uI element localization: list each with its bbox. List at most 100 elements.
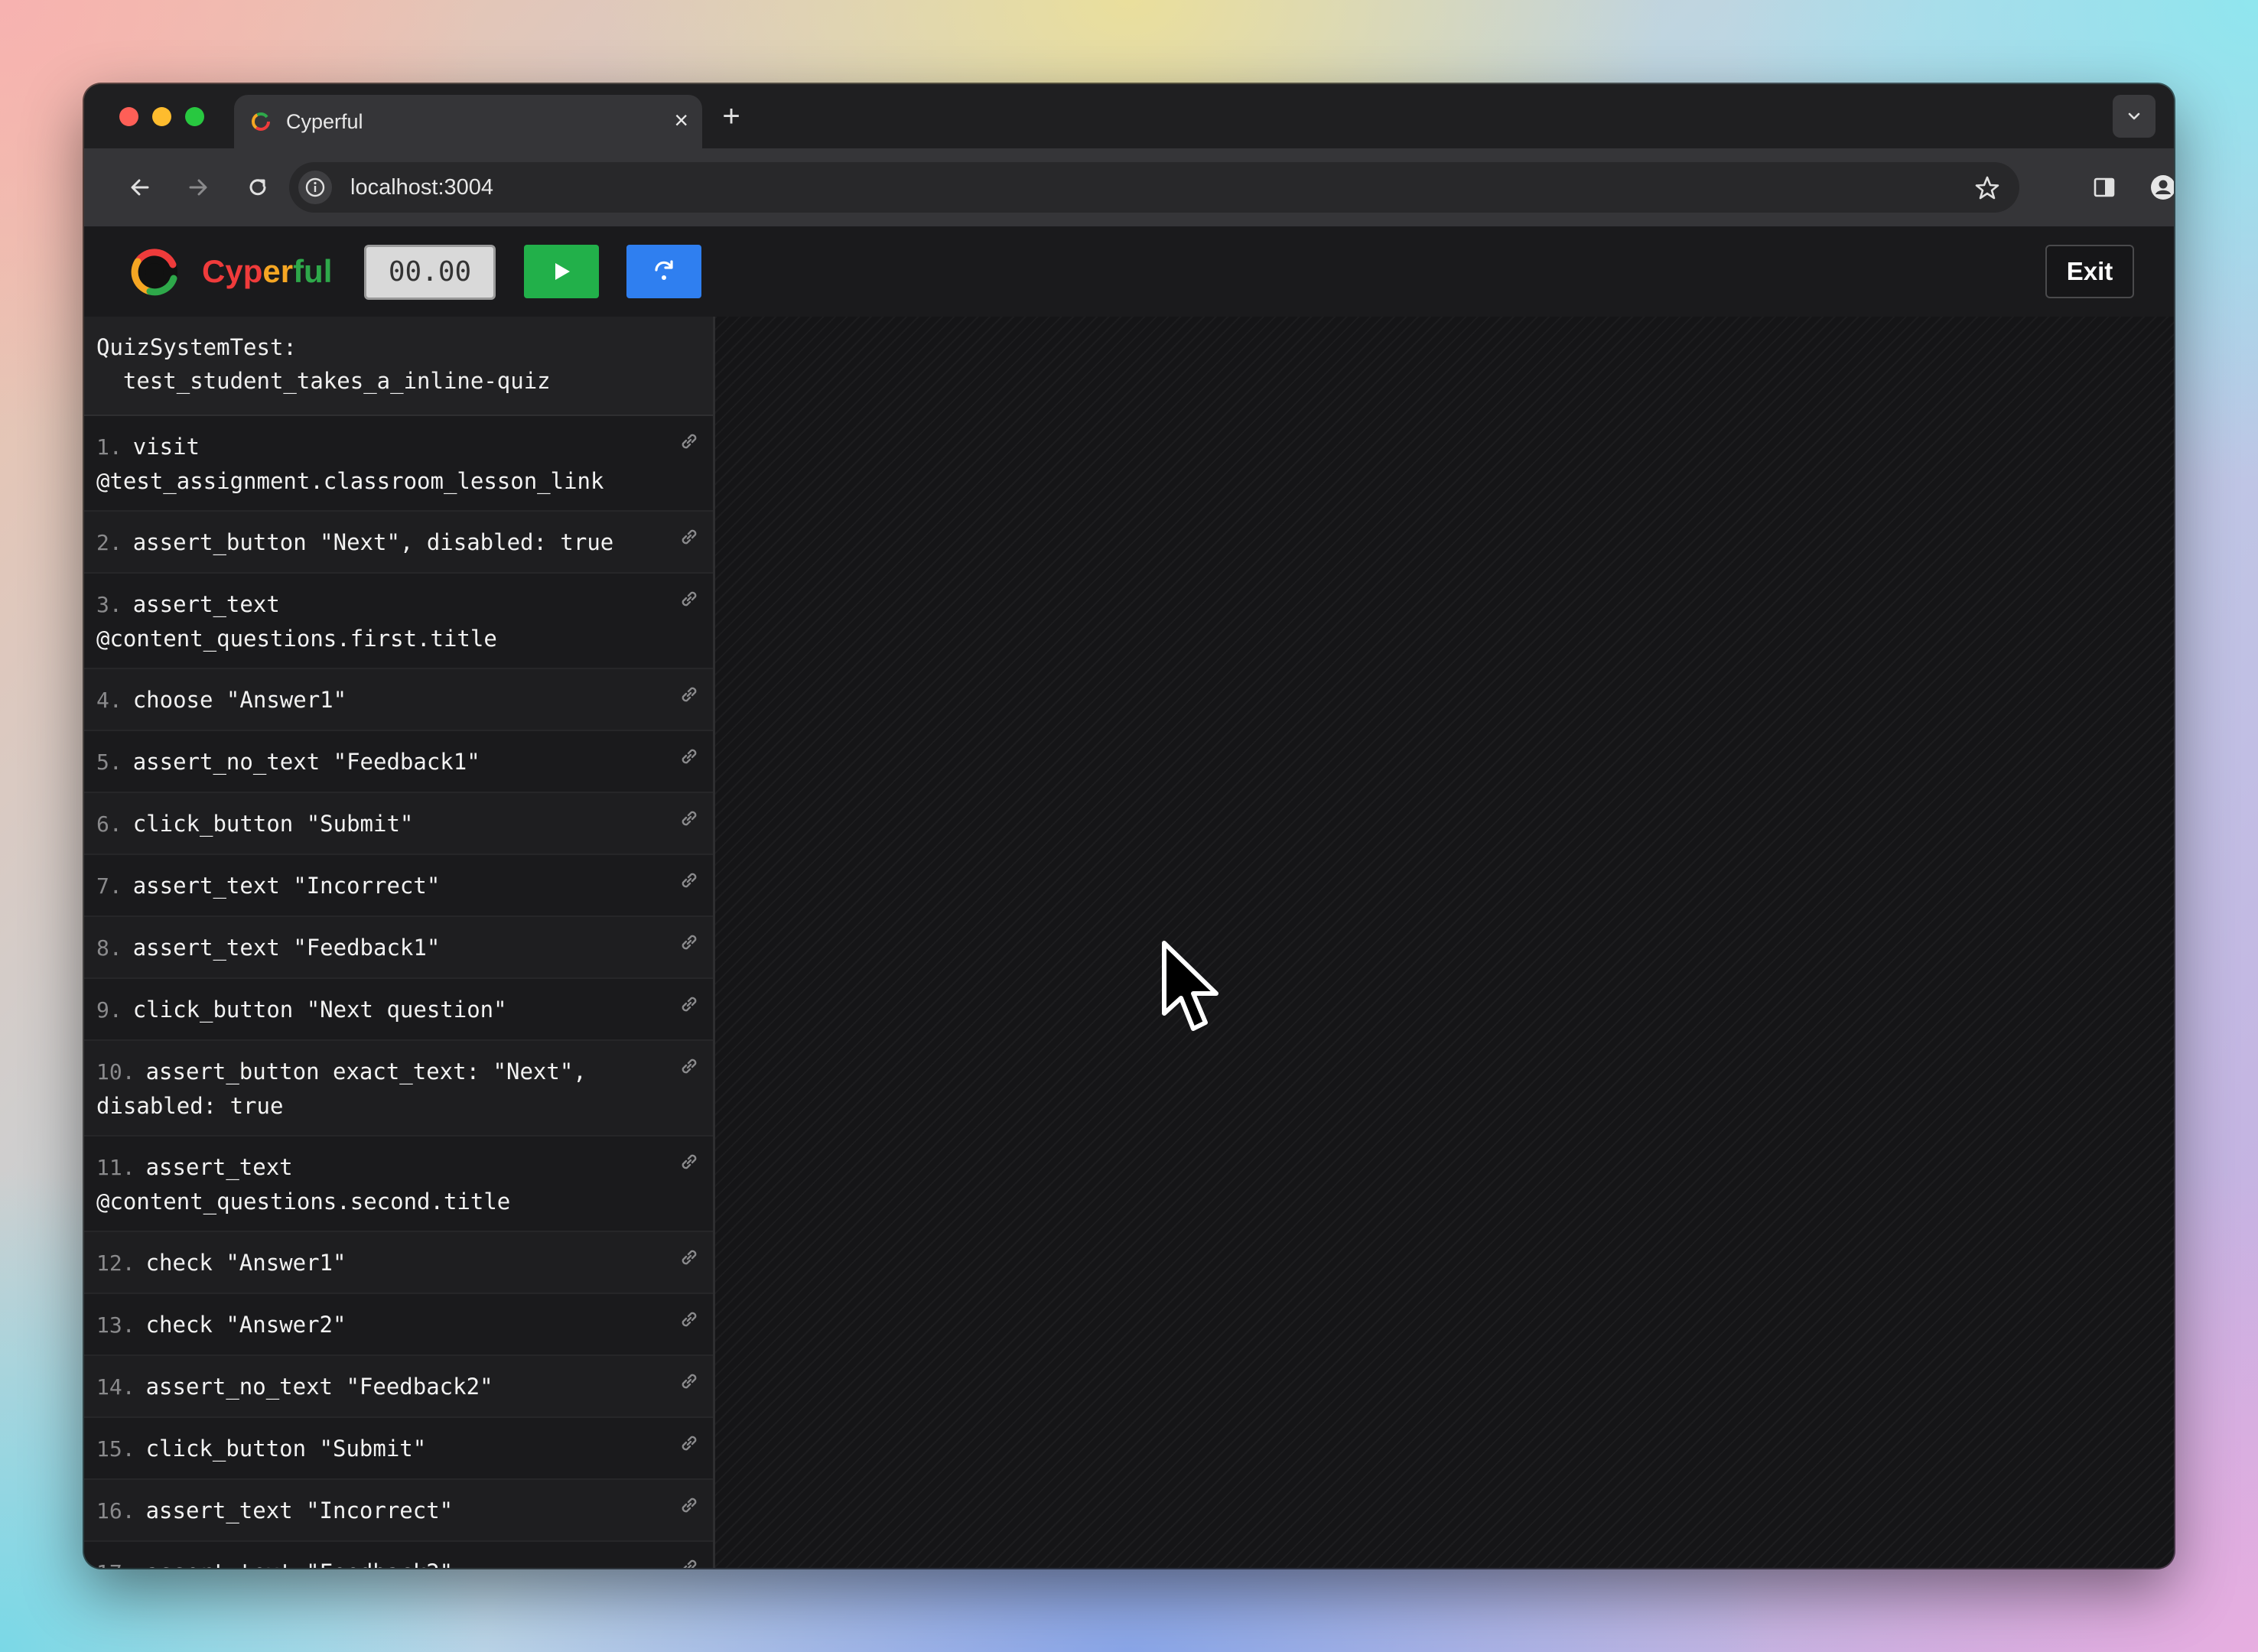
side-panel-icon[interactable]	[2085, 168, 2123, 206]
step-text: click_button "Submit"	[132, 811, 414, 837]
step-item[interactable]: 16. assert_text "Incorrect"	[84, 1480, 713, 1542]
step-text: assert_text "Incorrect"	[145, 1498, 454, 1524]
step-text: assert_no_text "Feedback1"	[132, 749, 480, 775]
profile-icon[interactable]	[2144, 168, 2174, 206]
tab-close-icon[interactable]: ×	[674, 107, 688, 133]
step-item[interactable]: 9. click_button "Next question"	[84, 979, 713, 1041]
step-item[interactable]: 4. choose "Answer1"	[84, 669, 713, 731]
link-icon[interactable]	[678, 745, 701, 768]
link-icon[interactable]	[678, 587, 701, 610]
step-item[interactable]: 6. click_button "Submit"	[84, 793, 713, 855]
link-icon[interactable]	[678, 1308, 701, 1331]
back-button[interactable]	[121, 168, 159, 206]
step-text: click_button "Submit"	[145, 1436, 427, 1462]
step-number: 7.	[96, 873, 122, 899]
step-text: assert_text "Feedback2"	[146, 1559, 454, 1568]
new-tab-button[interactable]: +	[710, 95, 753, 138]
link-icon[interactable]	[678, 1432, 701, 1455]
link-icon[interactable]	[678, 1370, 701, 1393]
step-number: 11.	[96, 1155, 135, 1180]
step-item[interactable]: 2. assert_button "Next", disabled: true	[84, 512, 713, 574]
step-text: check "Answer1"	[145, 1250, 347, 1276]
step-text: assert_text "Feedback1"	[132, 935, 441, 961]
link-icon[interactable]	[678, 1246, 701, 1269]
step-number: 9.	[96, 997, 122, 1023]
link-icon[interactable]	[678, 525, 701, 548]
site-info-icon[interactable]	[298, 171, 332, 204]
forward-button[interactable]	[179, 168, 217, 206]
url-text[interactable]: localhost:3004	[350, 174, 493, 200]
link-icon[interactable]	[678, 807, 701, 830]
test-title: QuizSystemTest: test_student_takes_a_inl…	[84, 317, 713, 416]
step-number: 15.	[96, 1436, 135, 1462]
link-icon[interactable]	[678, 1556, 701, 1568]
link-icon[interactable]	[678, 683, 701, 706]
step-text: assert_button "Next", disabled: true	[132, 529, 614, 555]
step-item[interactable]: 11. assert_text @content_questions.second…	[84, 1137, 713, 1232]
link-icon[interactable]	[678, 931, 701, 954]
link-icon[interactable]	[678, 869, 701, 892]
maximize-window-icon[interactable]	[185, 107, 204, 126]
reload-icon	[249, 179, 266, 196]
step-number: 2.	[96, 530, 122, 555]
browser-window: Cyperful × + localhost:3004 Cyperful 00.…	[84, 84, 2174, 1568]
tab-strip: Cyperful × +	[84, 84, 2174, 148]
step-number: 5.	[96, 750, 122, 775]
step-text: assert_text @content_questions.second.ti…	[96, 1154, 511, 1215]
step-item[interactable]: 17. assert_text "Feedback2"	[84, 1542, 713, 1568]
link-icon[interactable]	[678, 993, 701, 1016]
step-item[interactable]: 8. assert_text "Feedback1"	[84, 917, 713, 979]
link-icon[interactable]	[678, 430, 701, 453]
step-number: 4.	[96, 688, 122, 713]
step-item[interactable]: 14. assert_no_text "Feedback2"	[84, 1356, 713, 1418]
step-item[interactable]: 1. visit @test_assignment.classroom_lesso…	[84, 416, 713, 512]
step-item[interactable]: 7. assert_text "Incorrect"	[84, 855, 713, 917]
tab-title: Cyperful	[286, 110, 363, 133]
refresh-icon	[655, 260, 673, 280]
restart-button[interactable]	[626, 245, 701, 298]
test-steps-panel: QuizSystemTest: test_student_takes_a_inl…	[84, 317, 715, 1568]
app-logo-text: Cyperful	[202, 253, 333, 289]
step-text: assert_text "Incorrect"	[132, 873, 441, 899]
step-item[interactable]: 5. assert_no_text "Feedback1"	[84, 731, 713, 793]
step-item[interactable]: 15. click_button "Submit"	[84, 1418, 713, 1480]
step-number: 13.	[96, 1312, 135, 1338]
step-number: 6.	[96, 811, 122, 837]
step-item[interactable]: 13. check "Answer2"	[84, 1294, 713, 1356]
address-bar[interactable]: localhost:3004	[289, 162, 2019, 213]
cyperful-logo-icon	[131, 249, 177, 296]
mouse-cursor-icon	[1162, 941, 1218, 1031]
step-number: 17.	[96, 1560, 135, 1568]
play-button[interactable]	[524, 245, 599, 298]
play-icon	[555, 263, 570, 280]
step-item[interactable]: 3. assert_text @content_questions.first.t…	[84, 574, 713, 669]
step-item[interactable]: 12. check "Answer1"	[84, 1232, 713, 1294]
timer-display: 00.00	[364, 245, 496, 300]
app-header: Cyperful 00.00 Exit	[84, 226, 2174, 318]
back-arrow-icon	[131, 179, 149, 196]
close-window-icon[interactable]	[119, 107, 138, 126]
step-number: 8.	[96, 935, 122, 961]
browser-tab[interactable]: Cyperful ×	[234, 95, 702, 148]
exit-button[interactable]: Exit	[2045, 245, 2134, 298]
step-number: 16.	[96, 1498, 135, 1524]
bookmark-star-icon[interactable]	[1970, 171, 2004, 205]
forward-arrow-icon	[189, 179, 207, 196]
reload-button[interactable]	[239, 168, 277, 206]
step-number: 1.	[96, 434, 122, 460]
link-icon[interactable]	[678, 1494, 701, 1517]
step-item[interactable]: 10. assert_button exact_text: "Next", dis…	[84, 1041, 713, 1137]
step-text: choose "Answer1"	[132, 687, 347, 713]
step-number: 14.	[96, 1374, 135, 1400]
step-number: 12.	[96, 1250, 135, 1276]
chevron-down-icon	[2128, 112, 2140, 120]
step-text: assert_no_text "Feedback2"	[145, 1374, 493, 1400]
minimize-window-icon[interactable]	[152, 107, 171, 126]
link-icon[interactable]	[678, 1055, 701, 1078]
step-text: assert_button exact_text: "Next", disabl…	[96, 1059, 587, 1119]
tab-search-button[interactable]	[2113, 95, 2156, 138]
link-icon[interactable]	[678, 1150, 701, 1173]
steps-list: 1. visit @test_assignment.classroom_lesso…	[84, 416, 713, 1568]
test-preview-area[interactable]	[715, 317, 2174, 1568]
step-text: click_button "Next question"	[132, 997, 507, 1023]
